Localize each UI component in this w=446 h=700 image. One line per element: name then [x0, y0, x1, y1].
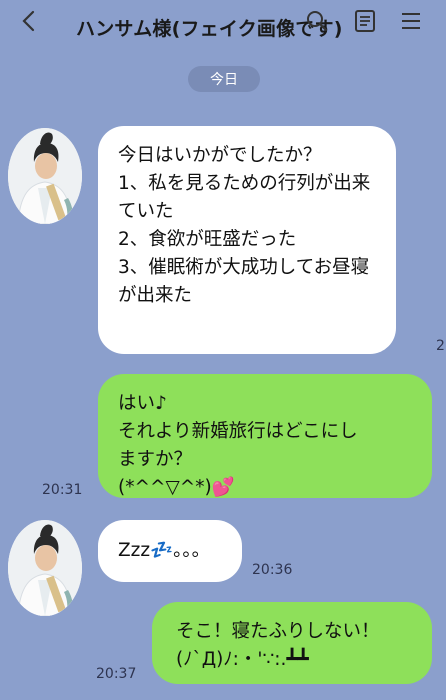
message-line: ますか？ [118, 449, 193, 470]
message-bubble-sent[interactable]: はい♪ それより新婚旅行はどこにし ますか？ (*^^▽^*)💕 [98, 374, 432, 498]
message-line: はい♪ [118, 393, 167, 414]
message-line: 今日はいかがでしたか？ [118, 145, 322, 166]
message-bubble-sent[interactable]: そこ！寝たふりしない！ (ﾉ`Д)ﾉ:・'∵:.┻┻ [152, 602, 432, 684]
message-bubble-received[interactable]: Zzz💤。。。 [98, 520, 242, 582]
message-line: 3、催眠術が大成功してお昼寝 [118, 257, 370, 278]
avatar[interactable] [8, 520, 82, 616]
message-time: 2 [436, 338, 445, 354]
message-time: 20:31 [42, 482, 83, 498]
message-line: 2、食欲が旺盛だった [118, 229, 297, 250]
message-line: そこ！寝たふりしない！ [176, 621, 380, 642]
message-line: それより新婚旅行はどこにし [118, 421, 358, 442]
message-line: (*^^▽^*)💕 [118, 477, 235, 498]
message-line: 1、私を見るための行列が出来 [118, 173, 371, 194]
message-line: (ﾉ`Д)ﾉ:・'∵:.┻┻ [176, 649, 309, 670]
chat-header: ハンサム様(フェイク画像です) [0, 0, 446, 44]
message-time: 20:36 [252, 562, 293, 578]
message-time: 20:37 [96, 666, 137, 682]
avatar[interactable] [8, 128, 82, 224]
notes-icon[interactable] [350, 6, 380, 36]
hamburger-menu-icon[interactable] [396, 6, 426, 36]
message-line: ていた [118, 201, 174, 222]
message-line: Zzz💤。。。 [118, 540, 211, 561]
chevron-left-icon[interactable] [14, 6, 42, 36]
message-bubble-received[interactable]: 今日はいかがでしたか？ 1、私を見るための行列が出来 ていた 2、食欲が旺盛だっ… [98, 126, 396, 354]
date-badge: 今日 [188, 66, 260, 92]
search-icon[interactable] [302, 6, 332, 36]
message-line: が出来た [118, 285, 193, 306]
